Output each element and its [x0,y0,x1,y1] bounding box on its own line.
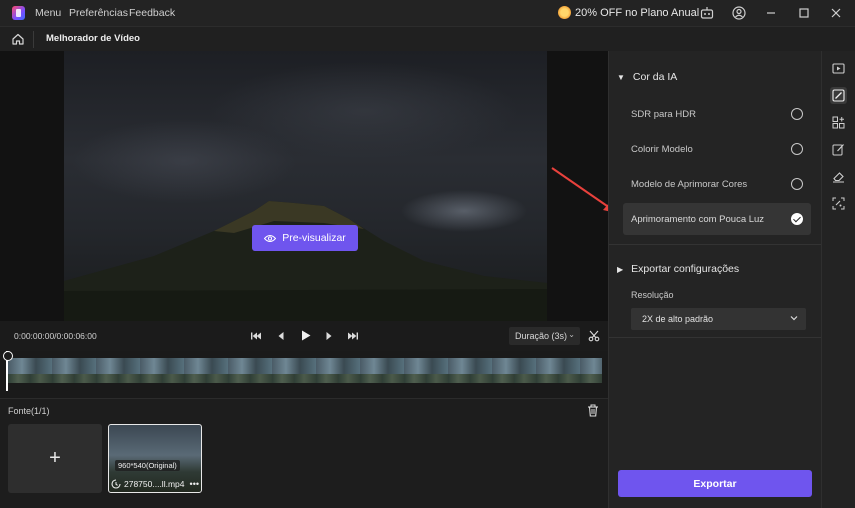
option-label: Aprimoramento com Pouca Luz [631,213,765,225]
option-colorize-model[interactable]: Colorir Modelo [623,133,811,165]
gift-icon[interactable] [700,6,714,20]
skip-start-icon[interactable] [250,330,262,342]
option-sdr-to-hdr[interactable]: SDR para HDR [623,98,811,130]
menu-item-preferences[interactable]: Preferências [69,7,128,19]
home-icon[interactable] [11,32,25,46]
option-low-light-enhance[interactable]: Aprimoramento com Pouca Luz [623,203,811,235]
option-label: Modelo de Aprimorar Cores [631,178,748,190]
radio-button[interactable] [791,178,803,190]
divider [33,31,34,48]
timeline[interactable] [0,351,608,398]
export-settings-header[interactable]: ▶ Exportar configurações [617,263,739,275]
eraser-tool-icon[interactable] [830,168,847,185]
timecode: 0:00:00:00/0:00:06:00 [14,331,97,341]
close-icon[interactable] [829,6,843,20]
resolution-dropdown[interactable]: 2X de alto padrão [631,308,806,330]
breadcrumb-bar: Melhorador de Vídeo [0,26,855,51]
source-clip[interactable]: 960*540(Original) 278750....ll.mp4 ••• [108,424,202,493]
add-source-button[interactable]: + [8,424,102,493]
source-title: Fonte(1/1) [8,406,50,416]
smart-crop-tool-icon[interactable] [830,195,847,212]
clip-name-row: 278750....ll.mp4 [111,479,199,489]
menu-item-feedback[interactable]: Feedback [129,7,175,19]
more-options-icon[interactable]: ••• [190,479,199,489]
step-back-icon[interactable] [275,330,287,342]
skip-end-icon[interactable] [347,330,359,342]
menu-item-menu[interactable]: Menu [35,7,61,19]
processing-icon [111,479,121,489]
play-icon[interactable] [299,329,312,342]
ai-color-section-header[interactable]: ▼ Cor da IA [617,71,677,83]
video-enhance-tool-icon[interactable] [830,60,847,77]
edit-tool-icon[interactable] [830,141,847,158]
page-title: Melhorador de Vídeo [46,33,140,44]
scissors-icon[interactable] [588,330,600,342]
timeline-filmstrip[interactable] [8,358,602,383]
export-button[interactable]: Exportar [618,470,812,497]
export-settings-title: Exportar configurações [631,263,740,275]
chevron-down-icon [790,316,798,321]
divider [609,337,821,338]
duration-dropdown[interactable]: Duração (3s) ⌄ [509,327,580,345]
divider [609,244,821,245]
promo-text: 20% OFF no Plano Anual [575,6,700,19]
preview-button-label: Pre-visualizar [282,232,346,244]
title-bar: Menu Preferências Feedback 20% OFF no Pl… [0,0,855,26]
maximize-icon[interactable] [797,6,811,20]
source-panel: Fonte(1/1) + 960*540(Original) 278750...… [0,398,608,508]
option-label: SDR para HDR [631,108,696,120]
ai-color-section-title: Cor da IA [632,71,678,83]
promo-banner[interactable]: 20% OFF no Plano Anual [558,6,699,19]
promo-badge-icon [558,6,571,19]
color-tool-icon[interactable] [830,87,847,104]
playhead-handle[interactable] [3,351,13,391]
clip-name: 278750....ll.mp4 [124,479,185,489]
resolution-value: 2X de alto padrão [642,314,714,324]
caret-down-icon: ▼ [617,72,625,82]
chevron-down-icon: ⌄ [568,330,575,339]
playback-controls: 0:00:00:00/0:00:06:00 Duração (3s) ⌄ [0,321,608,351]
tool-strip [821,51,855,508]
user-icon[interactable] [732,6,746,20]
radio-button[interactable] [791,108,803,120]
radio-button-checked[interactable] [791,213,803,225]
clip-resolution: 960*540(Original) [115,460,180,471]
video-preview-area: Pre-visualizar [0,51,608,321]
caret-right-icon: ▶ [617,264,624,274]
video-frame [64,51,547,321]
layout-tool-icon[interactable] [830,114,847,131]
settings-panel: ▼ Cor da IA SDR para HDR Colorir Modelo … [608,51,821,508]
minimize-icon[interactable] [764,6,778,20]
eye-icon [264,234,277,242]
option-color-enhance-model[interactable]: Modelo de Aprimorar Cores [623,168,811,200]
step-forward-icon[interactable] [323,330,335,342]
radio-button[interactable] [791,143,803,155]
app-logo [12,6,25,20]
trash-icon[interactable] [587,404,599,417]
duration-label: Duração (3s) [515,331,568,341]
preview-button[interactable]: Pre-visualizar [252,225,358,251]
resolution-label: Resolução [631,290,674,300]
option-label: Colorir Modelo [631,143,693,155]
